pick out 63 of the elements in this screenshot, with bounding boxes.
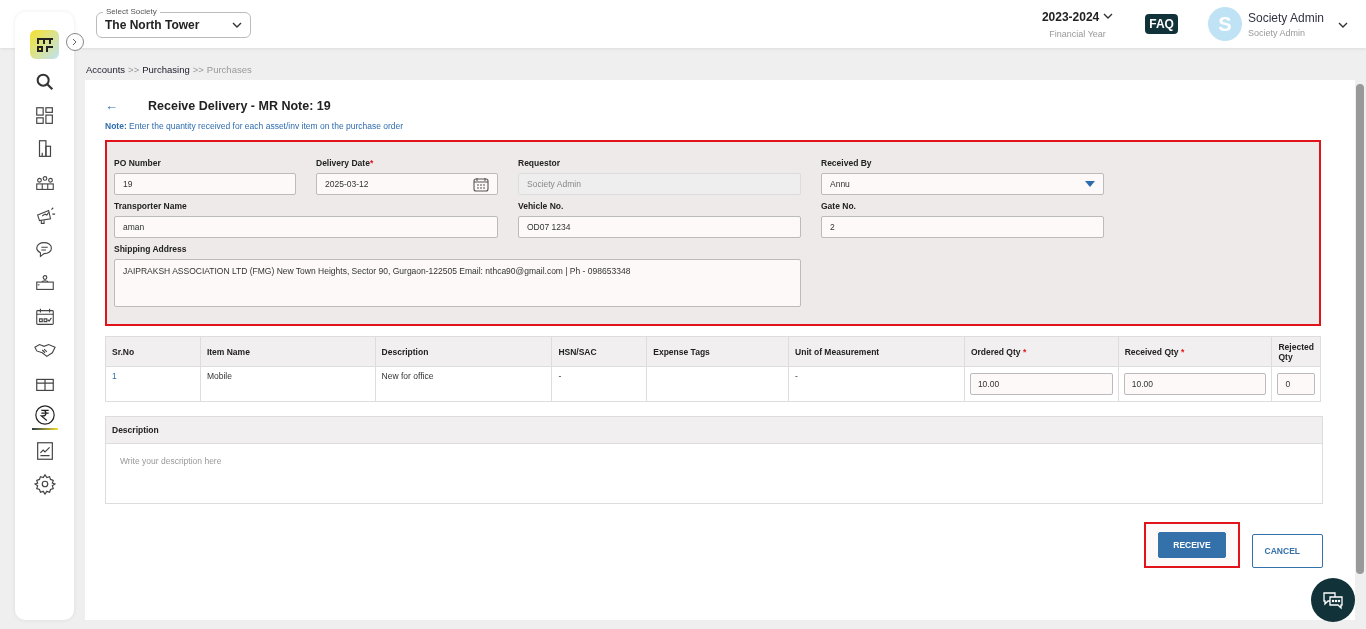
- faq-button[interactable]: FAQ: [1145, 14, 1178, 34]
- field-label: Vehicle No.: [518, 201, 565, 211]
- page-title: Receive Delivery - MR Note: 19: [148, 98, 331, 113]
- column-header: Item Name: [200, 336, 376, 367]
- breadcrumb-link[interactable]: Accounts: [86, 64, 126, 75]
- table-cell: Mobile: [206, 371, 232, 381]
- note-text: Note: Enter the quantity received for each asset/inv item on the purchase order: [105, 121, 405, 131]
- select-value: The North Tower: [105, 18, 200, 32]
- field-label: Transporter Name: [114, 201, 188, 211]
- column-header: Unit of Measurement: [788, 336, 965, 367]
- user-name: Society Admin: [1247, 10, 1324, 25]
- financial-year-value[interactable]: 2023-2024: [1041, 9, 1100, 24]
- input-field[interactable]: 2: [821, 216, 1104, 238]
- quantity-input[interactable]: 0: [1277, 373, 1315, 395]
- select-label: Select Society: [103, 7, 160, 16]
- user-role: Society Admin: [1247, 27, 1306, 38]
- chevron-down-icon: [232, 21, 242, 29]
- field-label: PO Number: [114, 158, 162, 168]
- sidebar-item[interactable]: [29, 402, 60, 432]
- field-label: Requestor: [518, 158, 562, 168]
- expand-sidebar-button[interactable]: [66, 33, 84, 51]
- chevron-right-icon: [72, 38, 78, 46]
- table-cell: -: [558, 371, 562, 381]
- select-field[interactable]: Annu: [821, 173, 1104, 195]
- table-cell: -: [795, 371, 798, 381]
- column-header: Rejected Qty: [1272, 336, 1321, 367]
- quantity-input[interactable]: 10.00: [969, 373, 1113, 395]
- column-header: Description: [375, 336, 552, 367]
- row-number-link[interactable]: 1: [112, 371, 117, 381]
- chat-button[interactable]: [1311, 578, 1355, 622]
- column-header: Expense Tags: [646, 336, 789, 367]
- chevron-down-icon: [1103, 13, 1114, 20]
- field-label: Gate No.: [821, 201, 857, 211]
- date-field[interactable]: 2025-03-12: [316, 173, 498, 195]
- receive-button[interactable]: RECEIVE: [1158, 532, 1226, 558]
- column-header: Received Qty *: [1118, 336, 1272, 367]
- scrollbar-thumb[interactable]: [1356, 84, 1364, 574]
- column-header: HSN/SAC: [551, 336, 647, 367]
- back-arrow[interactable]: ←: [105, 98, 118, 113]
- breadcrumb-link[interactable]: Purchasing: [142, 64, 190, 75]
- rupee-icon[interactable]: [33, 404, 56, 426]
- chat-icon: [1322, 590, 1344, 610]
- dropdown-arrow-icon[interactable]: [1085, 181, 1095, 187]
- logo-mark-icon: [35, 36, 54, 53]
- field-label: Delivery Date*: [316, 158, 375, 168]
- input-field[interactable]: OD07 1234: [518, 216, 801, 238]
- quantity-input[interactable]: 10.00: [1123, 373, 1267, 395]
- chevron-down-icon: [1338, 22, 1348, 29]
- input-field[interactable]: aman: [114, 216, 498, 238]
- table-cell: New for office: [381, 371, 434, 381]
- textarea-field[interactable]: JAIPRAKSH ASSOCIATION LTD (FMG) New Town Heights, Sector 90, Gurgaon-122505 Email: nthca90@gmail.com | Ph - 098653348: [114, 259, 801, 307]
- breadcrumb-separator: >>: [192, 64, 204, 75]
- financial-year-caption: Financial Year: [1049, 28, 1106, 39]
- field-label: Shipping Address: [114, 244, 188, 254]
- calendar-icon[interactable]: [473, 176, 489, 192]
- app-logo[interactable]: [30, 30, 59, 59]
- input-field[interactable]: 19: [114, 173, 296, 195]
- column-header: Ordered Qty *: [964, 336, 1119, 367]
- column-header: Sr.No: [105, 336, 201, 367]
- field-label: Received By: [821, 158, 873, 168]
- description-label: Description: [106, 417, 1322, 444]
- cancel-button[interactable]: CANCEL: [1251, 534, 1323, 568]
- breadcrumb-separator: >>: [128, 64, 140, 75]
